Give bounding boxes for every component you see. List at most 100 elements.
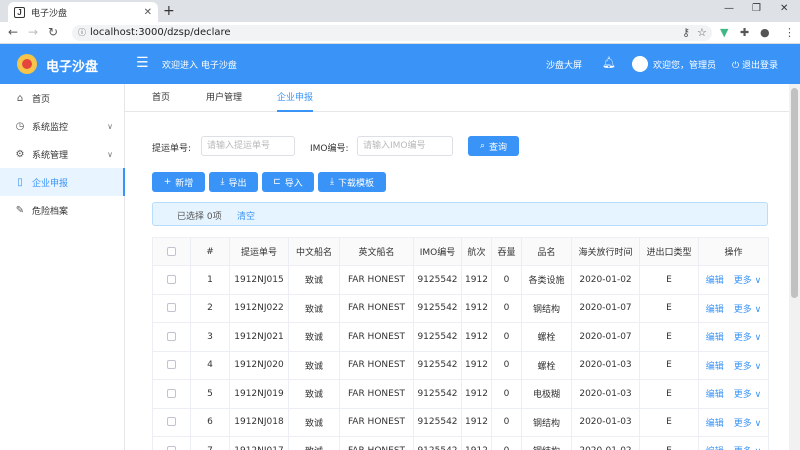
column-header: 品名	[521, 237, 572, 266]
row-checkbox[interactable]	[152, 322, 191, 352]
more-label: 更多	[733, 333, 752, 344]
forward-icon[interactable]: →	[28, 25, 38, 39]
more-dropdown[interactable]: 更多 ∨	[734, 305, 761, 315]
edit-link[interactable]: 编辑	[706, 362, 724, 372]
search-icon: ⌕	[479, 141, 486, 151]
menu-toggle-icon[interactable]: ☰	[136, 55, 149, 71]
sidebar-item-declare[interactable]: ▯ 企业申报	[0, 168, 125, 196]
declare-table: # 提运单号 中文船名 英文船名 IMO编号 航次 吞量 品名 海关放行时间 进…	[152, 237, 769, 450]
tab-declare[interactable]: 企业申报	[277, 90, 314, 112]
big-screen-link[interactable]: 沙盘大屏	[546, 58, 582, 71]
app-title: 电子沙盘	[46, 60, 99, 75]
key-icon[interactable]: ⚷	[682, 26, 690, 39]
table-cell: 2	[190, 293, 230, 323]
table-cell: FAR HONEST	[339, 436, 414, 450]
table-cell: 5	[190, 379, 230, 409]
row-checkbox[interactable]	[152, 436, 191, 450]
more-dropdown[interactable]: 更多 ∨	[734, 276, 761, 286]
tab-home[interactable]: 首页	[152, 90, 170, 112]
edit-link[interactable]: 编辑	[706, 333, 724, 343]
row-actions: 编辑更多 ∨	[698, 407, 769, 437]
row-checkbox[interactable]	[152, 265, 191, 295]
sidebar-item-label: 首页	[32, 94, 51, 105]
add-button[interactable]: + 新增	[152, 172, 205, 192]
sidebar-item-home[interactable]: ⌂ 首页	[0, 84, 125, 112]
table-cell: 0	[491, 265, 522, 295]
reload-icon[interactable]: ↻	[48, 25, 58, 39]
bill-number-input[interactable]	[201, 136, 295, 156]
edit-link[interactable]: 编辑	[706, 419, 724, 429]
table-body: 1 1912NJ015 致诚 FAR HONEST 9125542 1912 0 各类设施 20…	[152, 265, 769, 450]
clear-selection-link[interactable]: 清空	[237, 209, 255, 222]
vue-devtools-icon[interactable]: ▼	[720, 26, 728, 39]
row-checkbox[interactable]	[152, 379, 191, 409]
selected-count: 已选择 0项	[177, 212, 222, 222]
export-button[interactable]: ⤓ 导出	[209, 172, 258, 192]
table-cell: 钢结构	[521, 407, 572, 437]
chevron-down-icon: ∨	[751, 276, 762, 287]
row-actions: 编辑更多 ∨	[698, 350, 769, 380]
logout-button[interactable]: ⏻ 退出登录	[732, 58, 778, 71]
file-icon: ✎	[15, 204, 25, 216]
import-icon: ⊏	[273, 177, 281, 187]
table-cell: 0	[491, 322, 522, 352]
browser-tab[interactable]: J 电子沙盘 ✕	[8, 2, 158, 22]
logout-icon: ⏻	[732, 61, 740, 71]
back-icon[interactable]: ←	[8, 25, 18, 39]
content-tabs: 首页 用户管理 企业申报	[125, 84, 800, 112]
column-header: 英文船名	[339, 237, 414, 266]
new-tab-icon[interactable]: +	[163, 3, 175, 19]
scrollbar[interactable]	[789, 84, 800, 450]
column-header: IMO编号	[413, 237, 462, 266]
user-greeting[interactable]: 欢迎您，管理员	[653, 58, 716, 71]
table-cell: 1912	[461, 322, 492, 352]
row-checkbox[interactable]	[152, 407, 191, 437]
table-cell: 1912NJ019	[229, 379, 289, 409]
download-template-button[interactable]: ⤓ 下载模板	[318, 172, 386, 192]
table-cell: 1912NJ021	[229, 322, 289, 352]
imo-input[interactable]	[357, 136, 453, 156]
sidebar-item-danger-files[interactable]: ✎ 危险档案	[0, 196, 125, 224]
more-dropdown[interactable]: 更多 ∨	[734, 419, 761, 429]
table-cell: 4	[190, 350, 230, 380]
query-button[interactable]: ⌕ 查询	[468, 136, 519, 156]
tab-user-management[interactable]: 用户管理	[206, 90, 242, 112]
table-cell: 致诚	[288, 436, 340, 450]
select-all-checkbox[interactable]	[152, 237, 191, 266]
profile-icon[interactable]: ●	[760, 26, 770, 39]
edit-link[interactable]: 编辑	[706, 276, 724, 286]
gear-icon: ⚙	[15, 148, 25, 160]
sidebar-item-monitor[interactable]: ◷ 系统监控 ∨	[0, 112, 125, 140]
extensions-icon[interactable]: ✚	[740, 26, 749, 39]
table-cell: 1912	[461, 350, 492, 380]
table-cell: FAR HONEST	[339, 379, 414, 409]
bell-icon[interactable]: 🔔︎	[602, 56, 616, 69]
url-field[interactable]: ⓘ localhost:3000/dzsp/declare	[72, 25, 712, 41]
import-button[interactable]: ⊏ 导入	[262, 172, 314, 192]
minimize-icon[interactable]: —	[724, 3, 734, 14]
table-cell: 致诚	[288, 322, 340, 352]
scrollbar-thumb[interactable]	[791, 88, 798, 298]
avatar[interactable]	[632, 56, 648, 72]
info-icon[interactable]: ⓘ	[78, 25, 86, 41]
maximize-icon[interactable]: ❐	[752, 3, 761, 14]
star-icon[interactable]: ☆	[697, 26, 707, 39]
table-row: 2 1912NJ022 致诚 FAR HONEST 9125542 1912 0 钢结构 202…	[152, 293, 769, 323]
row-checkbox[interactable]	[152, 350, 191, 380]
more-dropdown[interactable]: 更多 ∨	[734, 333, 761, 343]
logo-icon	[17, 54, 37, 74]
close-tab-icon[interactable]: ✕	[144, 7, 152, 18]
edit-link[interactable]: 编辑	[706, 305, 724, 315]
more-icon[interactable]: ⋮	[784, 26, 795, 39]
column-header: 中文船名	[288, 237, 340, 266]
edit-link[interactable]: 编辑	[706, 390, 724, 400]
more-dropdown[interactable]: 更多 ∨	[734, 390, 761, 400]
row-checkbox[interactable]	[152, 293, 191, 323]
table-row: 3 1912NJ021 致诚 FAR HONEST 9125542 1912 0 螺栓 2020…	[152, 322, 769, 352]
close-window-icon[interactable]: ✕	[780, 3, 788, 14]
table-cell: 9125542	[413, 293, 462, 323]
chevron-down-icon: ∨	[107, 121, 113, 131]
sidebar-item-system[interactable]: ⚙ 系统管理 ∨	[0, 140, 125, 168]
more-dropdown[interactable]: 更多 ∨	[734, 362, 761, 372]
table-cell: 2020-01-03	[571, 379, 640, 409]
